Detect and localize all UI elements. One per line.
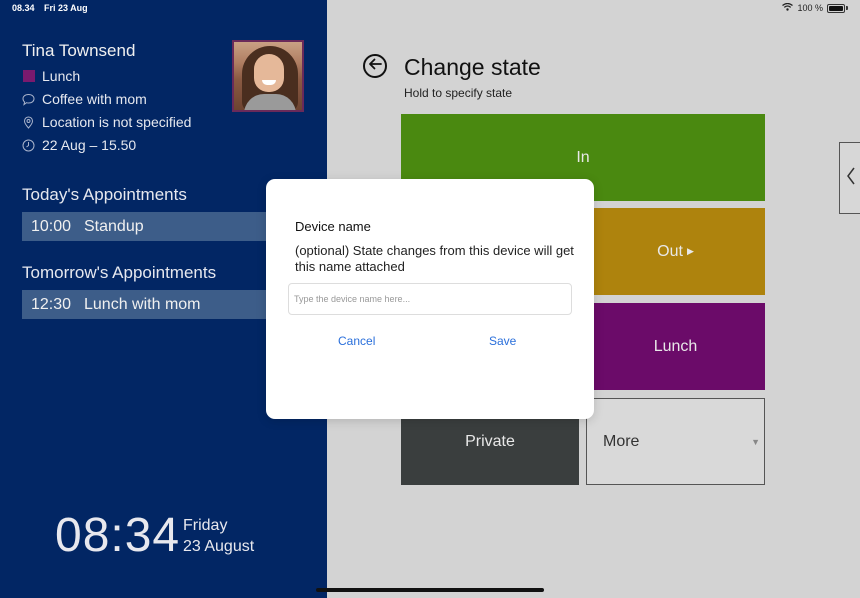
status-date: Fri 23 Aug	[44, 3, 88, 13]
battery-icon	[827, 3, 845, 13]
status-right: 100 %	[782, 2, 848, 13]
side-panel-toggle[interactable]	[839, 142, 860, 214]
avatar[interactable]	[232, 40, 304, 112]
tomorrow-appointments-title: Tomorrow's Appointments	[22, 263, 217, 282]
state-tile-lunch[interactable]: Lunch	[586, 303, 765, 390]
state-label: Lunch	[42, 68, 81, 84]
chevron-left-icon	[846, 166, 856, 191]
until-text: 22 Aug – 15.50	[42, 137, 137, 153]
appointment-time: 10:00	[31, 217, 72, 235]
state-tile-more[interactable]: More ▼	[586, 398, 765, 485]
person-name: Tina Townsend	[22, 41, 136, 60]
state-tile-label: More	[603, 432, 640, 450]
comment-row: Coffee with mom	[22, 91, 147, 107]
state-tile-label: Out	[657, 242, 683, 260]
cancel-button[interactable]: Cancel	[338, 334, 375, 348]
location-pin-icon	[22, 115, 35, 129]
state-tile-label: Private	[465, 432, 515, 450]
appointment-title: Standup	[84, 217, 144, 235]
wifi-icon	[782, 2, 794, 13]
speech-bubble-icon	[22, 93, 35, 106]
state-tile-label: Lunch	[653, 337, 698, 355]
time-row: 22 Aug – 15.50	[22, 137, 136, 153]
comment-text: Coffee with mom	[42, 91, 147, 107]
caret-down-icon: ▼	[751, 437, 760, 447]
appointment-title: Lunch with mom	[84, 295, 201, 313]
device-name-dialog: Device name (optional) State changes fro…	[266, 179, 594, 419]
save-button[interactable]: Save	[489, 334, 516, 348]
state-tile-out[interactable]: Out ▶	[586, 208, 765, 295]
state-color-icon	[22, 70, 35, 83]
state-tile-label: In	[576, 148, 590, 166]
status-time: 08.34	[12, 3, 35, 13]
status-bar: 08.34 Fri 23 Aug 100 %	[0, 0, 860, 18]
location-row: Location is not specified	[22, 114, 191, 130]
appointment-item[interactable]: 12:30 Lunch with mom	[22, 290, 272, 319]
clock-time: 08:34	[55, 509, 181, 562]
clock-day: Friday	[183, 517, 228, 534]
appointment-time: 12:30	[31, 295, 72, 313]
page-subtitle: Hold to specify state	[404, 86, 513, 100]
play-arrow-icon: ▶	[686, 246, 694, 256]
arrow-left-icon	[368, 57, 382, 75]
battery-percent: 100 %	[797, 3, 823, 13]
dialog-description: (optional) State changes from this devic…	[295, 243, 574, 274]
home-indicator[interactable]	[316, 588, 544, 592]
appointment-item[interactable]: 10:00 Standup	[22, 212, 272, 241]
back-button[interactable]	[363, 54, 387, 78]
device-name-input[interactable]	[288, 283, 572, 315]
clock-icon	[22, 139, 35, 152]
today-appointments-title: Today's Appointments	[22, 185, 187, 204]
state-row: Lunch	[22, 68, 80, 84]
location-text: Location is not specified	[42, 114, 192, 130]
page-title: Change state	[404, 54, 541, 80]
clock-date: 23 August	[183, 538, 255, 555]
dialog-title: Device name	[295, 219, 371, 234]
